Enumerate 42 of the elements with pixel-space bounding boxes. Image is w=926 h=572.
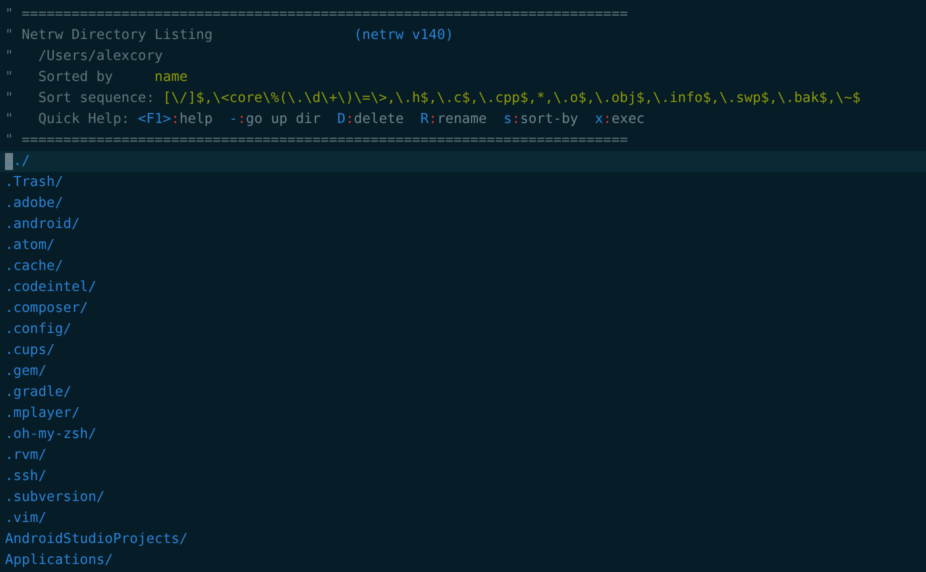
separator-rule: =========================================================================	[22, 131, 628, 150]
help-label: Quick Help:	[38, 110, 130, 129]
separator-rule: =========================================================================	[22, 5, 628, 24]
setting-label: Sort sequence:	[38, 89, 155, 108]
comment-mark: "	[5, 131, 14, 150]
directory-entry[interactable]: .oh-my-zsh/	[5, 424, 96, 445]
directory-entry[interactable]: .composer/	[5, 298, 88, 319]
directory-path: /Users/alexcory	[38, 47, 163, 66]
help-item: R:rename	[420, 110, 487, 129]
directory-entry[interactable]: .atom/	[5, 235, 55, 256]
directory-entry[interactable]: .subversion/	[5, 487, 105, 508]
help-item: <F1>:help	[138, 110, 213, 129]
directory-entry[interactable]: .rvm/	[5, 445, 47, 466]
help-item: x:exec	[594, 110, 645, 129]
help-item: D:delete	[337, 110, 404, 129]
directory-entry[interactable]: .Trash/	[5, 172, 64, 193]
comment-mark: "	[5, 89, 14, 108]
directory-entry[interactable]: .cups/	[5, 340, 55, 361]
directory-entry[interactable]: AndroidStudioProjects/	[5, 529, 188, 550]
comment-mark: "	[5, 68, 14, 87]
listing-title: Netrw Directory Listing	[22, 26, 213, 45]
comment-mark: "	[5, 5, 14, 24]
comment-mark: "	[5, 47, 14, 66]
version-label: (netrw v140)	[354, 26, 454, 45]
directory-entry[interactable]: .vim/	[5, 508, 47, 529]
directory-entry[interactable]: .gem/	[5, 361, 47, 382]
setting-label: Sorted by	[38, 68, 113, 87]
directory-entry[interactable]: .mplayer/	[5, 403, 80, 424]
directory-entry[interactable]: .adobe/	[5, 193, 64, 214]
directory-entry[interactable]: .cache/	[5, 256, 64, 277]
comment-mark: "	[5, 110, 14, 129]
help-item: s:sort-by	[503, 110, 578, 129]
directory-entry[interactable]: .android/	[5, 214, 80, 235]
directory-entry[interactable]: .gradle/	[5, 382, 72, 403]
setting-value: [\/]$,\<core\%(\.\d\+\)\=\>,\.h$,\.c$,\.cpp$,*,\.o$,\.obj$,\.info$,\.swp$,\.bak$,\~$	[162, 89, 861, 108]
directory-entry[interactable]: .ssh/	[5, 466, 47, 487]
directory-entry[interactable]: .config/	[5, 319, 72, 340]
directory-entry[interactable]: Applications/	[5, 550, 113, 571]
directory-entry[interactable]: .codeintel/	[5, 277, 96, 298]
setting-value: name	[154, 68, 188, 87]
comment-mark: "	[5, 26, 14, 45]
help-item: -:go up dir	[229, 110, 321, 129]
